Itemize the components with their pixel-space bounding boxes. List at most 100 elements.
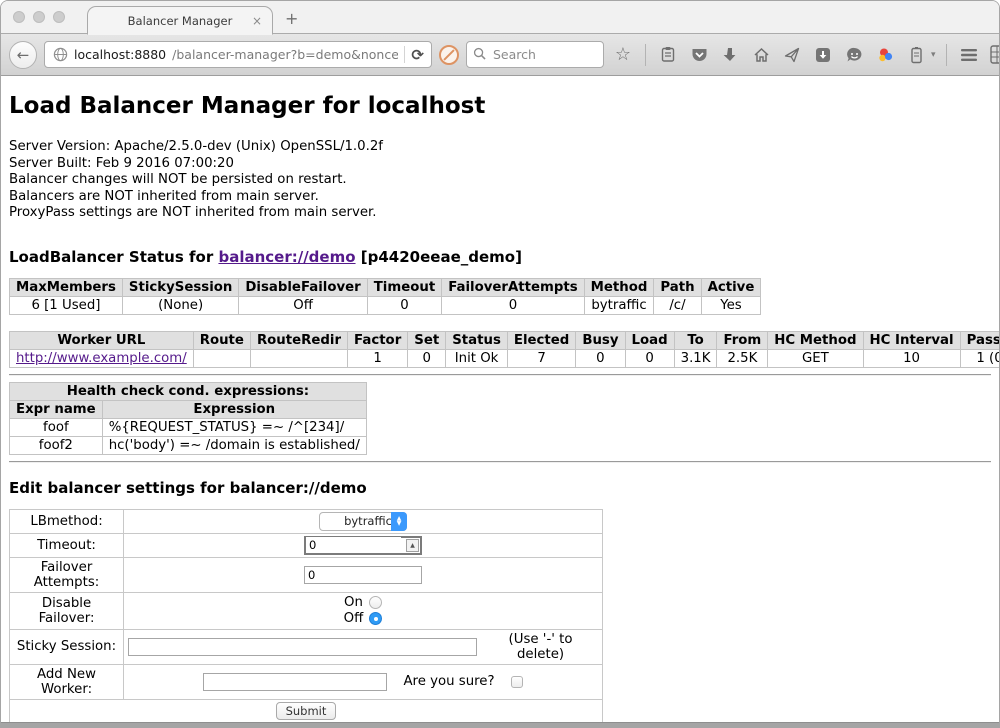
val-status: Init Ok (446, 349, 508, 367)
val-factor: 1 (348, 349, 408, 367)
are-you-sure-checkbox[interactable] (511, 676, 523, 688)
lbmethod-selected-value: bytraffic (344, 514, 392, 528)
add-worker-input[interactable] (203, 673, 387, 691)
sticky-session-input[interactable] (128, 638, 477, 656)
pocket-icon[interactable] (687, 43, 711, 67)
val-stickysession: (None) (122, 296, 238, 314)
toolbar-separator-2 (946, 44, 947, 66)
submit-button[interactable]: Submit (276, 702, 337, 720)
proxypass-notice-line: ProxyPass settings are NOT inherited fro… (9, 205, 991, 222)
back-arrow-icon: ← (17, 46, 30, 64)
minimize-window-button[interactable] (33, 11, 45, 23)
confirm-label: Are you sure? (403, 674, 494, 689)
disable-failover-off-radio[interactable] (369, 612, 382, 625)
search-input[interactable] (491, 46, 581, 63)
smiley-icon[interactable] (842, 43, 866, 67)
edit-balancer-form: LBmethod: bytraffic ▲▼ Timeout: ▲ (9, 509, 603, 723)
disable-failover-on-radio[interactable] (369, 596, 382, 609)
window-bottom-edge (1, 722, 999, 728)
col-maxmembers: MaxMembers (10, 278, 123, 296)
col-factor: Factor (348, 331, 408, 349)
select-stepper-icon: ▲▼ (391, 512, 407, 531)
worker-url-link[interactable]: http://www.example.com/ (16, 351, 187, 366)
edit-settings-heading: Edit balancer settings for balancer://de… (9, 479, 991, 497)
radio-on-label: On (344, 595, 363, 611)
col-load: Load (625, 331, 674, 349)
col-status: Status (446, 331, 508, 349)
bookmark-star-icon[interactable]: ☆ (611, 43, 635, 67)
tab-title: Balancer Manager (128, 14, 233, 28)
health-header-row: Expr name Expression (10, 400, 367, 418)
tab-balancer-manager[interactable]: Balancer Manager × (87, 6, 273, 35)
status-heading-prefix: LoadBalancer Status for (9, 248, 218, 266)
form-row-sticky: Sticky Session: (Use '-' to delete) (10, 629, 603, 664)
zoom-window-button[interactable] (53, 11, 65, 23)
battery-icon[interactable] (904, 43, 928, 67)
col-routeredir: RouteRedir (250, 331, 347, 349)
expr-value-2: hc('body') =~ /domain is established/ (102, 436, 366, 454)
page-content: Load Balancer Manager for localhost Serv… (1, 76, 999, 728)
val-to: 3.1K (674, 349, 717, 367)
form-row-add-worker: Add New Worker: Are you sure? (10, 664, 603, 699)
col-worker-url: Worker URL (10, 331, 194, 349)
search-bar[interactable] (466, 41, 604, 68)
worker-header-row: Worker URL Route RouteRedir Factor Set S… (10, 331, 1000, 349)
val-passes: 1 (0) (960, 349, 999, 367)
reload-icon[interactable]: ⟳ (411, 46, 424, 64)
health-check-table: Health check cond. expressions: Expr nam… (9, 382, 367, 455)
home-icon[interactable] (749, 43, 773, 67)
col-hc-interval: HC Interval (863, 331, 960, 349)
colored-dots-icon[interactable] (873, 43, 897, 67)
val-route (193, 349, 250, 367)
timeout-input[interactable] (306, 537, 401, 553)
col-method: Method (584, 278, 654, 296)
toolbar-separator (645, 44, 646, 66)
col-to: To (674, 331, 717, 349)
close-window-button[interactable] (13, 11, 25, 23)
health-title-row: Health check cond. expressions: (10, 382, 367, 400)
back-button[interactable]: ← (9, 41, 37, 69)
persist-notice-line: Balancer changes will NOT be persisted o… (9, 172, 991, 189)
tab-close-icon[interactable]: × (252, 14, 262, 28)
form-row-failover: Failover Attempts: (10, 557, 603, 592)
balancer-link[interactable]: balancer://demo (218, 248, 355, 266)
failover-label: Failover Attempts: (10, 557, 124, 592)
navigation-toolbar: ← localhost:8880 /balancer-manager?b=dem… (1, 34, 999, 76)
box-download-icon[interactable] (811, 43, 835, 67)
balancer-status-table: MaxMembers StickySession DisableFailover… (9, 278, 761, 315)
section-divider (9, 374, 991, 376)
val-busy: 0 (576, 349, 625, 367)
col-set: Set (408, 331, 446, 349)
new-tab-button[interactable]: + (285, 9, 298, 28)
add-worker-label: Add New Worker: (10, 664, 124, 699)
val-maxmembers: 6 [1 Used] (10, 296, 123, 314)
health-row-foof2: foof2 hc('body') =~ /domain is establish… (10, 436, 367, 454)
paper-plane-icon[interactable] (780, 43, 804, 67)
hamburger-menu-icon[interactable] (957, 43, 981, 67)
failover-attempts-input[interactable] (304, 566, 422, 584)
window-controls[interactable] (13, 11, 65, 23)
caret-down-icon[interactable]: ▾ (931, 50, 936, 60)
urlbar-divider (404, 46, 405, 63)
grid-icon[interactable] (988, 43, 1000, 67)
col-active: Active (701, 278, 761, 296)
lbmethod-select[interactable]: bytraffic ▲▼ (319, 512, 407, 531)
content-blocked-icon[interactable] (439, 45, 459, 65)
val-path: /c/ (654, 296, 701, 314)
timeout-field-wrap: ▲ (304, 536, 422, 555)
server-built-line: Server Built: Feb 9 2016 07:00:20 (9, 156, 991, 173)
section-divider-2 (9, 461, 991, 463)
col-from: From (717, 331, 768, 349)
download-icon[interactable] (718, 43, 742, 67)
col-expression: Expression (102, 400, 366, 418)
col-path: Path (654, 278, 701, 296)
form-row-submit: Submit (10, 699, 603, 722)
number-spinner-icon[interactable]: ▲ (406, 539, 419, 552)
url-bar[interactable]: localhost:8880 /balancer-manager?b=demo&… (44, 41, 432, 68)
url-host: localhost:8880 (74, 47, 166, 62)
inherit-notice-line: Balancers are NOT inherited from main se… (9, 189, 991, 206)
clipboard-icon[interactable] (656, 43, 680, 67)
tab-strip: Balancer Manager × + (1, 1, 999, 34)
radio-off-label: Off (344, 611, 364, 627)
form-row-lbmethod: LBmethod: bytraffic ▲▼ (10, 509, 603, 533)
